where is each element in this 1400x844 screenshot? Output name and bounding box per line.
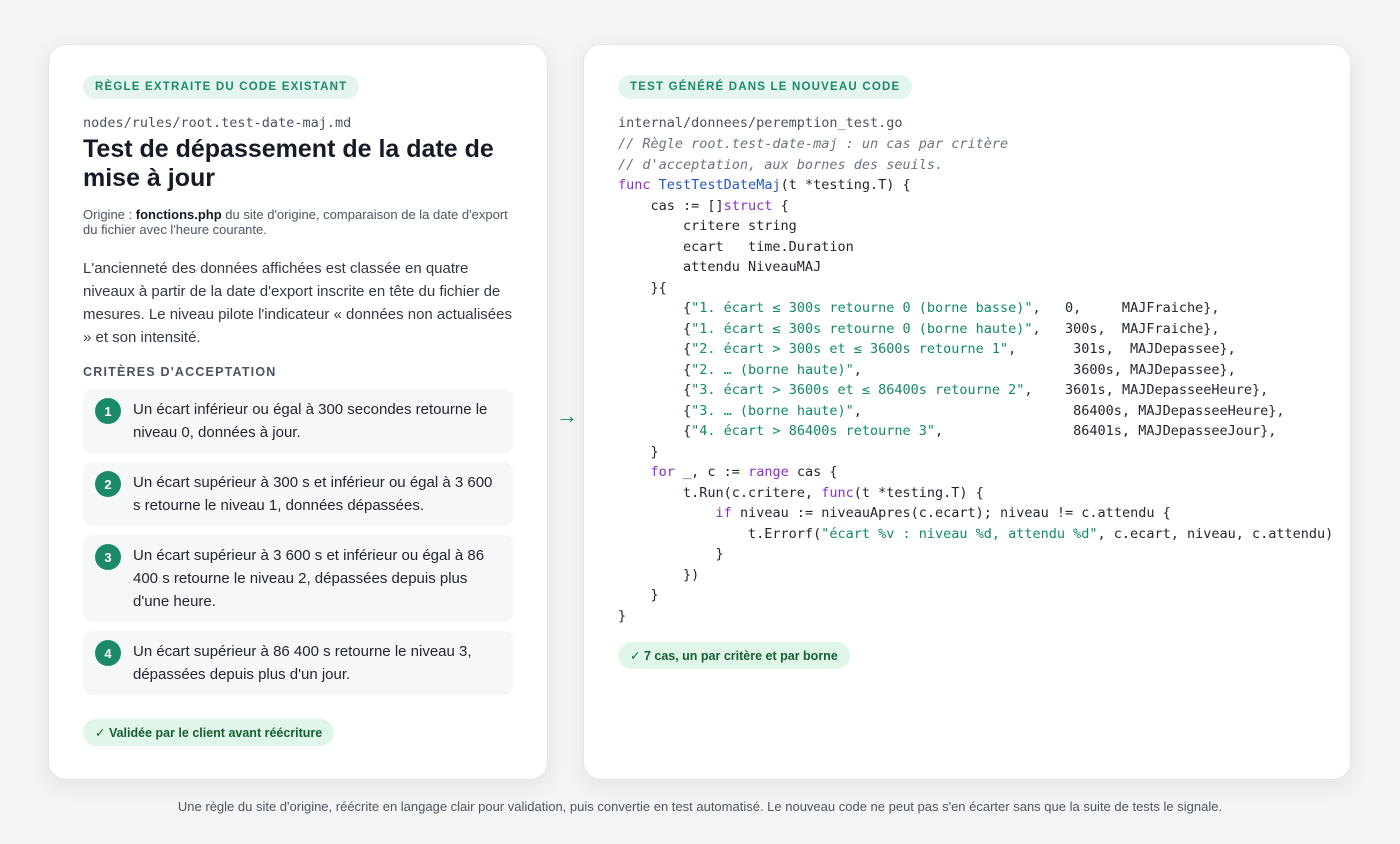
code-text: }) <box>618 566 700 583</box>
code-text: } <box>618 546 724 562</box>
code-row-pre: { <box>618 341 692 357</box>
code-row-pre: { <box>618 300 692 316</box>
code-row-rest: , 3600s, MAJDepassee}, <box>853 361 1236 378</box>
test-count-badge: ✓ 7 cas, un par critère et par borne <box>618 642 850 669</box>
criterion-text: Un écart supérieur à 86 400 s retourne l… <box>133 643 472 683</box>
code-row-pre: { <box>618 361 692 378</box>
rule-card: Règle extraite du code existant nodes/ru… <box>48 44 548 780</box>
code-text: _, c := <box>674 464 749 480</box>
criterion-number: 1 <box>95 398 121 424</box>
code-text: t.Run(c.critere, <box>618 484 822 501</box>
code-block: // Règle root.test-date-maj : un cas par… <box>618 134 1333 626</box>
code-comment: // d'acceptation, aux bornes des seuils. <box>618 156 944 173</box>
code-string: "2. … (borne haute)" <box>691 361 854 378</box>
code-keyword: range <box>748 464 789 480</box>
code-string: "1. écart ≤ 300s retourne 0 (borne basse… <box>691 300 1033 316</box>
rule-description: L'ancienneté des données affichées est c… <box>83 260 512 346</box>
rule-title: Test de dépassement de la date de mise à… <box>83 135 494 192</box>
origin-file: fonctions.php <box>135 207 222 222</box>
code-row-pre: { <box>618 382 692 398</box>
criterion-text: Un écart supérieur à 3 600 s et inférieu… <box>133 547 485 610</box>
criterion-item: 3 Un écart supérieur à 3 600 s et inféri… <box>83 535 513 622</box>
code-text: { <box>772 197 789 214</box>
test-generated-tag: Test généré dans le nouveau code <box>618 75 913 99</box>
arrow-right-icon: → <box>556 403 578 428</box>
code-signature: (t *testing.T) { <box>780 177 911 193</box>
code-text: } <box>618 443 659 460</box>
code-text: niveau := niveauApres(c.ecart); niveau !… <box>731 505 1171 521</box>
code-string: "4. écart > 86400s retourne 3" <box>691 423 935 439</box>
code-comment: // Règle root.test-date-maj : un cas par… <box>618 136 1009 152</box>
code-text: }{ <box>618 279 667 296</box>
code-string: "2. écart > 300s et ≤ 3600s retourne 1" <box>691 341 1009 357</box>
code-row-rest: , 86401s, MAJDepasseeJour}, <box>935 423 1277 439</box>
code-row-rest: , 86400s, MAJDepasseeHeure}, <box>853 402 1285 419</box>
criterion-number: 3 <box>95 544 121 570</box>
code-text: } <box>618 607 627 624</box>
criterion-number: 2 <box>95 471 121 497</box>
criterion-item: 2 Un écart supérieur à 300 s et inférieu… <box>83 462 513 526</box>
rule-file-path: nodes/rules/root.test-date-maj.md <box>83 115 352 131</box>
code-text: (t *testing.T) { <box>853 484 984 501</box>
code-row-pre: { <box>618 423 692 439</box>
code-keyword: func <box>821 484 854 501</box>
code-text: t.Errorf( <box>618 525 822 542</box>
rule-origin: Origine : fonctions.php du site d'origin… <box>83 207 513 237</box>
code-string: "écart %v : niveau %d, attendu %d" <box>821 525 1098 542</box>
code-row-pre: { <box>618 320 692 337</box>
code-text: cas { <box>788 464 838 480</box>
code-row-pre: { <box>618 402 692 419</box>
code-text: , c.ecart, niveau, c.attendu) <box>1097 525 1334 542</box>
code-row-rest: , 300s, MAJFraiche}, <box>1032 320 1220 337</box>
code-row-rest: , 3601s, MAJDepasseeHeure}, <box>1024 382 1269 398</box>
criteria-list: 1 Un écart inférieur ou égal à 300 secon… <box>83 389 513 695</box>
code-field: attendu NiveauMAJ <box>618 259 822 275</box>
rule-source-tag: Règle extraite du code existant <box>83 75 360 99</box>
code-keyword: for <box>650 464 675 480</box>
origin-prefix: Origine : <box>83 207 136 222</box>
test-file-path: internal/donnees/peremption_test.go <box>618 115 903 131</box>
code-row-rest: , 301s, MAJDepassee}, <box>1008 341 1236 357</box>
code-row-rest: , 0, MAJFraiche}, <box>1032 300 1220 316</box>
code-string: "3. écart > 3600s et ≤ 86400s retourne 2… <box>691 382 1025 398</box>
code-string: "3. … (borne haute)" <box>691 402 854 419</box>
criterion-number: 4 <box>95 640 121 666</box>
code-function-name: TestTestDateMaj <box>658 177 781 193</box>
code-field: ecart time.Duration <box>618 238 854 255</box>
criterion-text: Un écart supérieur à 300 s et inférieur … <box>133 474 493 514</box>
code-text: cas := [] <box>618 197 724 214</box>
code-keyword: func <box>618 177 651 193</box>
code-text: } <box>618 587 659 603</box>
validated-badge: ✓ Validée par le client avant réécriture <box>83 719 335 746</box>
criterion-text: Un écart inférieur ou égal à 300 seconde… <box>133 401 488 441</box>
code-string: "1. écart ≤ 300s retourne 0 (borne haute… <box>691 320 1033 337</box>
criterion-item: 4 Un écart supérieur à 86 400 s retourne… <box>83 631 513 695</box>
criteria-heading: Critères d'acceptation <box>83 365 277 379</box>
code-field: critere string <box>618 218 797 234</box>
test-card: Test généré dans le nouveau code interna… <box>583 44 1351 780</box>
code-keyword: if <box>715 505 732 521</box>
footer-caption: Une règle du site d'origine, réécrite en… <box>177 799 1223 814</box>
criterion-item: 1 Un écart inférieur ou égal à 300 secon… <box>83 389 513 453</box>
code-keyword: struct <box>723 197 773 214</box>
